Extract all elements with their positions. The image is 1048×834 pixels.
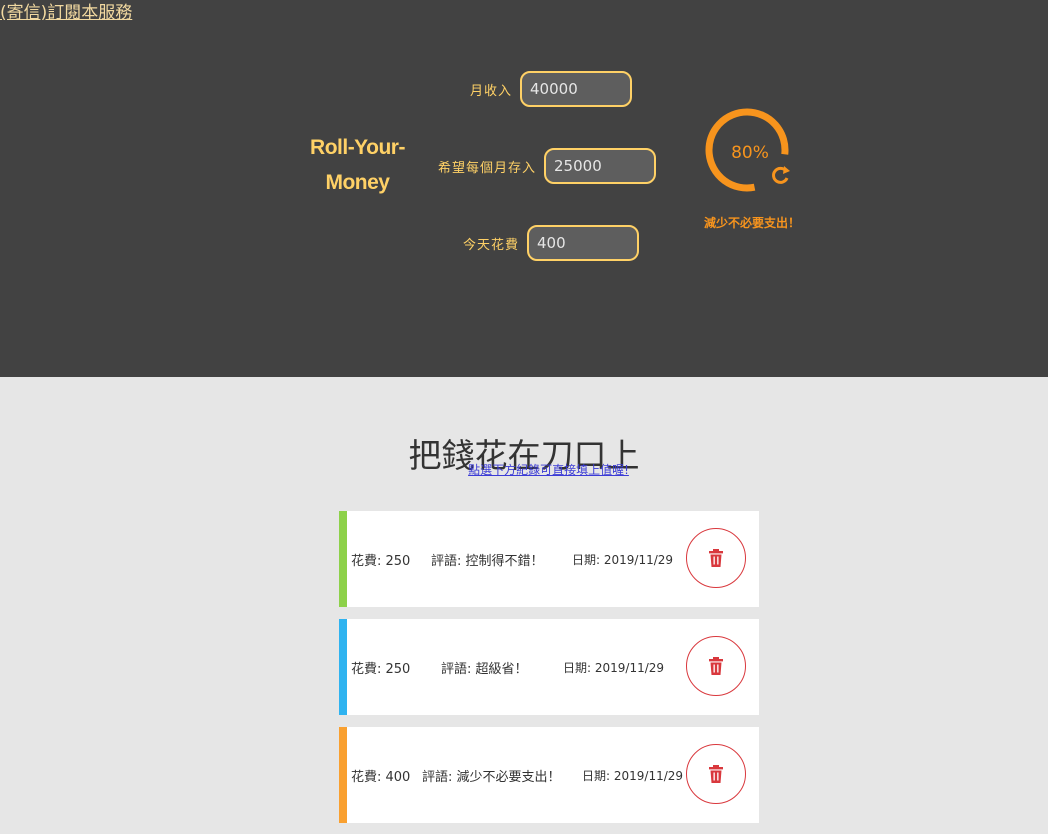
income-field-group: 月收入 [470,71,633,107]
record-amount: 花費: 250 [351,554,411,569]
record-item[interactable]: 花費: 250 評語: 超級省！ 日期: 2019/11/29 [339,619,759,715]
hint-link[interactable]: 點選下方紀錄可直接填上值喔! [0,461,1048,478]
income-input[interactable] [520,71,633,107]
saving-label: 希望每個月存入 [438,160,537,176]
brand-line-1: Roll-Your- [310,136,405,159]
header-panel: (寄信)訂閱本服務 Roll-Your- Money 月收入 希望每個月存入 今… [0,0,1048,377]
delete-button[interactable] [686,636,746,696]
records-section: 把錢花在刀口上 點選下方紀錄可直接填上值喔! 花費: 250 評語: 控制得不錯… [0,377,1048,834]
brand-line-2: Money [325,171,390,194]
record-comment: 評語: 減少不必要支出！ [422,770,561,785]
delete-button[interactable] [686,744,746,804]
saving-field-group: 希望每個月存入 [438,148,657,184]
progress-message: 減少不必要支出！ [703,216,800,230]
record-item[interactable]: 花費: 250 評語: 控制得不錯！ 日期: 2019/11/29 [339,511,759,607]
record-item[interactable]: 花費: 400 評語: 減少不必要支出！ 日期: 2019/11/29 [339,727,759,823]
record-date: 日期: 2019/11/29 [572,553,674,567]
delete-button[interactable] [686,528,746,588]
record-comment: 評語: 控制得不錯！ [431,554,544,569]
record-date: 日期: 2019/11/29 [563,661,665,675]
progress-percent: 80% [731,143,769,163]
today-label: 今天花費 [463,237,520,253]
saving-input[interactable] [544,148,657,184]
record-comment: 評語: 超級省！ [441,662,528,677]
record-date: 日期: 2019/11/29 [582,769,684,783]
subscribe-link[interactable]: (寄信)訂閱本服務 [0,0,132,23]
income-label: 月收入 [470,83,513,99]
trash-icon [709,549,723,567]
today-input[interactable] [527,225,640,261]
record-amount: 花費: 400 [351,770,411,785]
trash-icon [709,657,723,675]
brand-logo: Roll-Your- Money [300,130,415,200]
record-amount: 花費: 250 [351,662,411,677]
trash-icon [709,765,723,783]
progress-ring: 80% [705,108,795,198]
today-field-group: 今天花費 [463,225,640,261]
